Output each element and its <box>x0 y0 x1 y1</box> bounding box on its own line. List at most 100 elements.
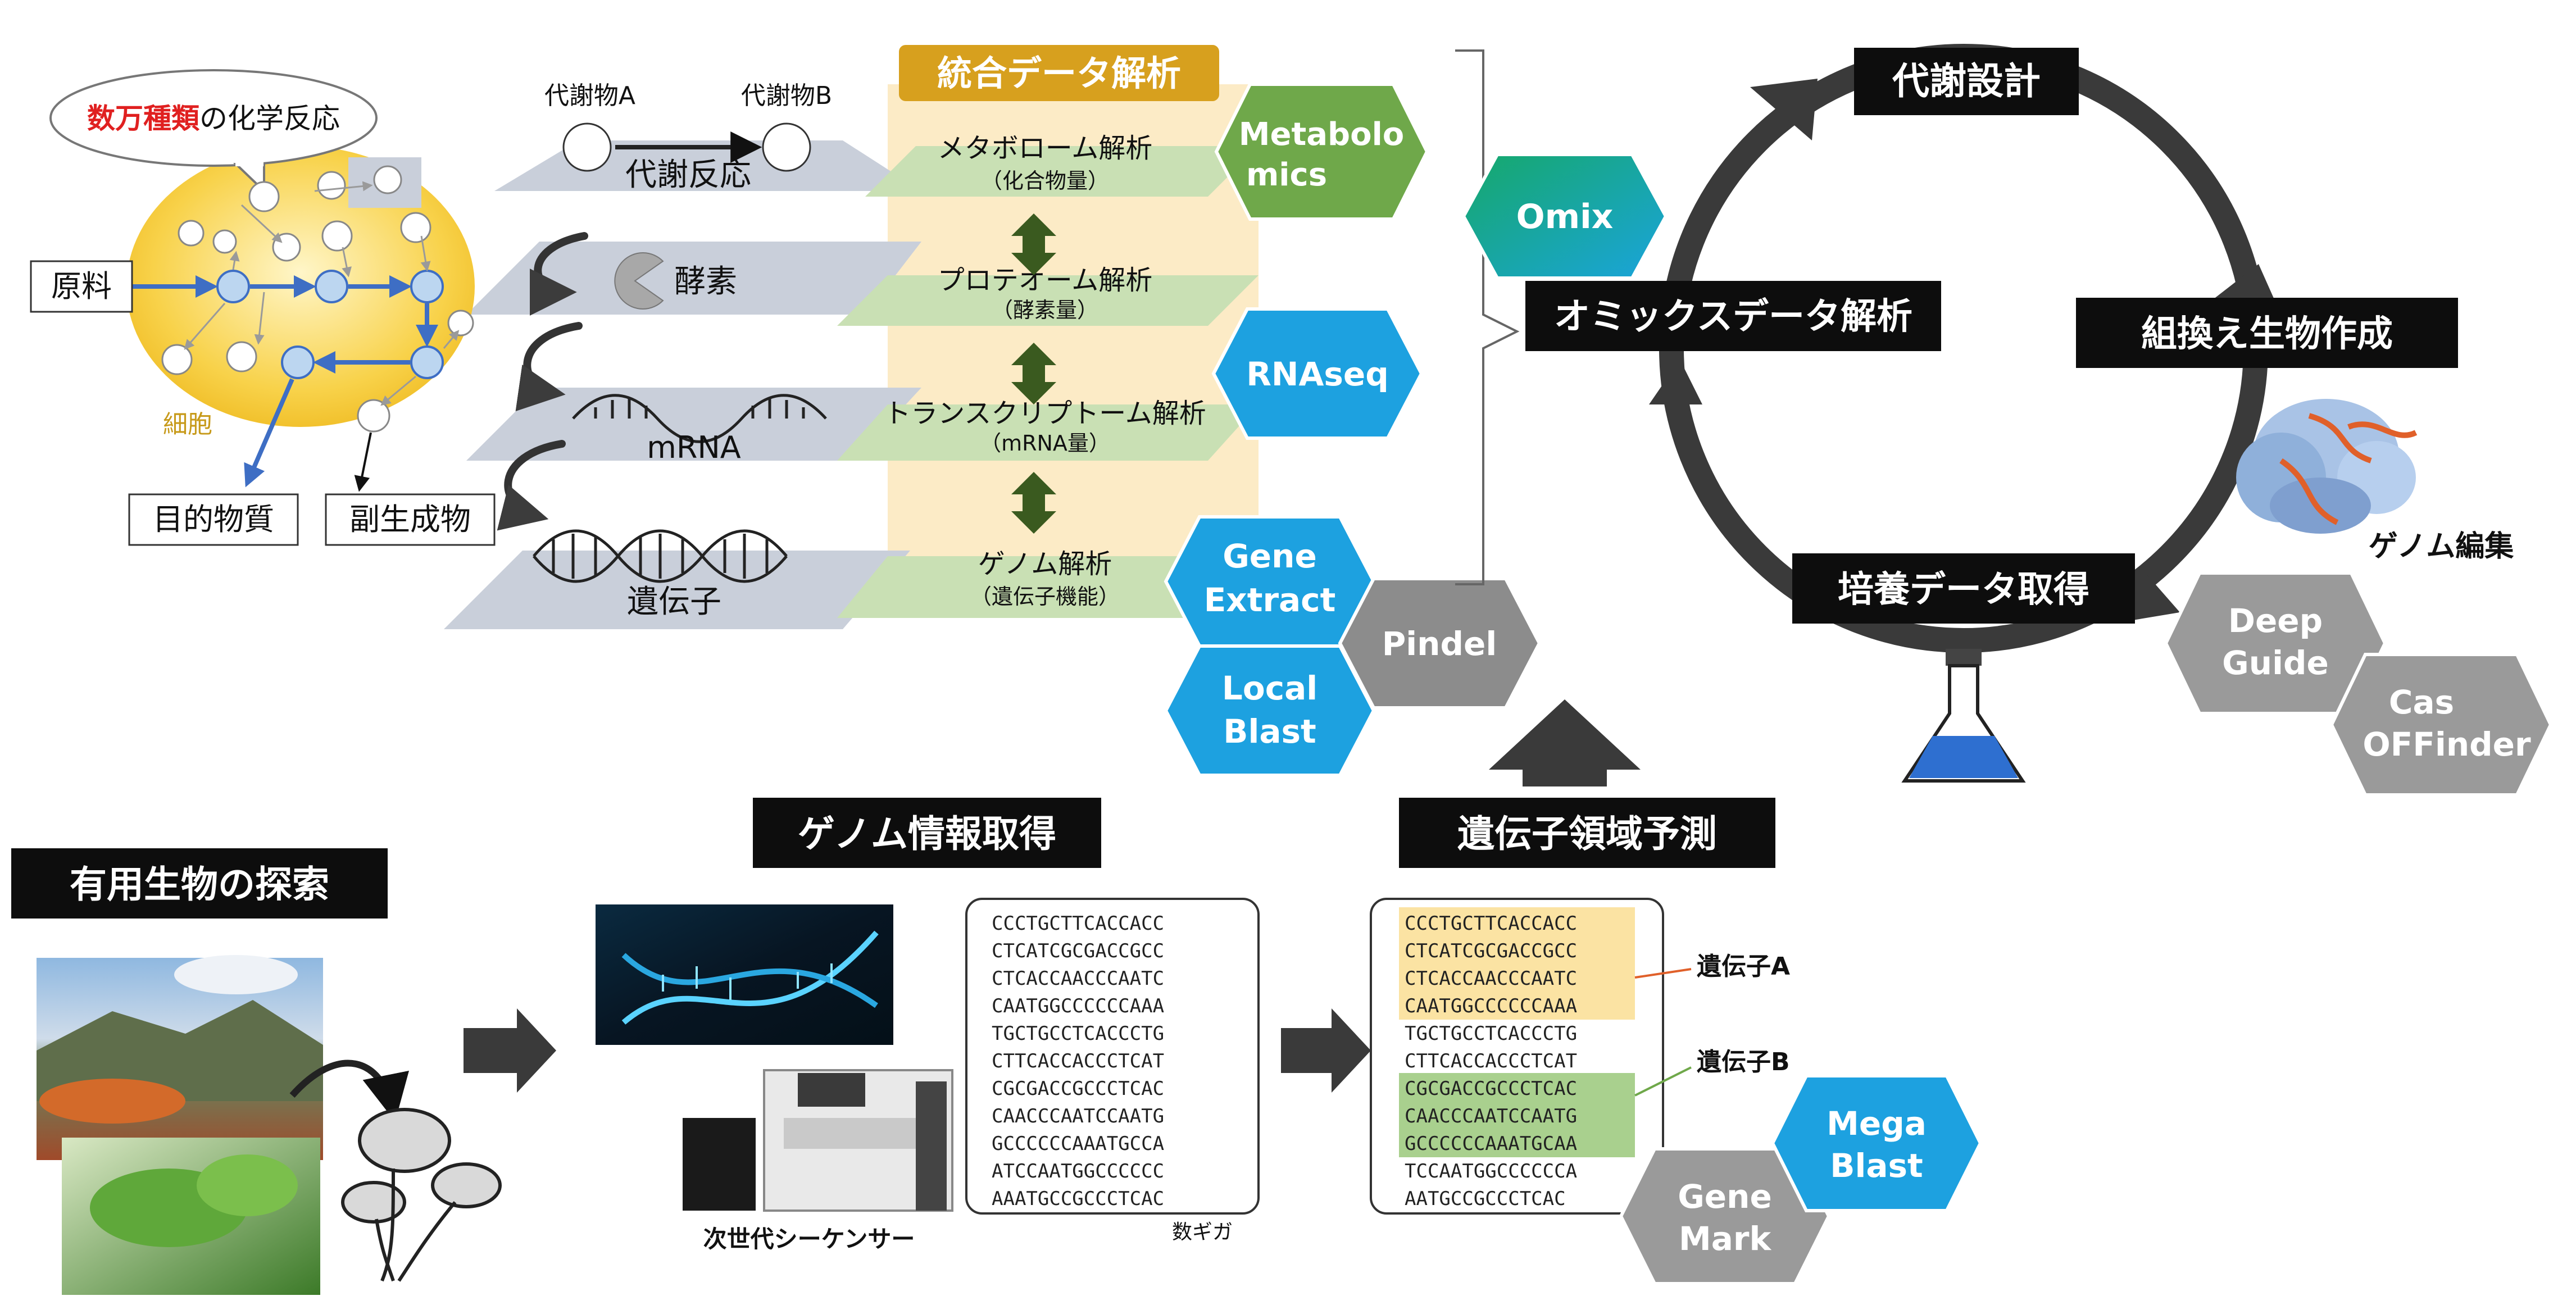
cas-offinder-hex: Cas OFFinder <box>2329 653 2553 797</box>
genome-title: ゲノム解析 <box>978 548 1112 580</box>
gene-mark-line-1: Gene <box>1678 1177 1772 1216</box>
metabolomics-line-1: Metabolo <box>1239 116 1405 153</box>
diagram-canvas: 数万種類の化学反応 細胞 原料 目的物質 副生成物 代謝物A 代謝物B 代謝反応… <box>0 0 2576 1314</box>
proteome-title: プロテオーム解析 <box>938 265 1153 296</box>
sequence-line: CAATGGCCCCCCAAA <box>992 995 1164 1017</box>
gene-b-label: 遺伝子B <box>1697 1048 1790 1076</box>
target-substance-label: 目的物質 <box>153 502 274 537</box>
gene-extract-line-1: Gene <box>1223 537 1317 575</box>
mrna-label: mRNA <box>647 430 741 465</box>
bottom-arrow-1 <box>464 1008 556 1093</box>
local-blast-line-2: Blast <box>1223 712 1316 751</box>
predicted-sequence-lines: CCCTGCTTCACCACC CTCATCGCGACCGCC CTCACCAACC… <box>1405 912 1577 1210</box>
mega-blast-hex: Mega Blast <box>1770 1074 1983 1212</box>
metabolite-b-circle <box>762 122 811 172</box>
sequence-line: CAATGGCCCCCCAAA <box>1405 995 1577 1017</box>
raw-material-label: 原料 <box>51 269 112 304</box>
cell-label: 細胞 <box>163 410 212 439</box>
byproduct-arrow <box>354 432 372 492</box>
mega-blast-line-2: Blast <box>1830 1147 1923 1185</box>
cell-diagram: 数万種類の化学反応 細胞 原料 目的物質 副生成物 <box>30 69 496 546</box>
omix-hex: Omix <box>1461 153 1668 280</box>
sequence-line: CTCATCGCGACCGCC <box>1405 940 1577 962</box>
metabolic-reaction-label: 代謝反応 <box>625 157 751 193</box>
analysis-bracket <box>1455 49 1520 585</box>
gene-a-label: 遺伝子A <box>1697 952 1790 981</box>
search-label: 有用生物の探索 <box>70 863 329 906</box>
omix-label: Omix <box>1516 197 1614 237</box>
node-2 <box>315 270 348 303</box>
deep-guide-line-1: Deep <box>2228 602 2323 640</box>
node-1 <box>216 270 250 303</box>
genome-sub: （遺伝子機能） <box>970 584 1120 609</box>
sequence-line: CTTCACCACCCTCAT <box>992 1050 1164 1072</box>
bubble-rest: の化学反応 <box>199 102 340 135</box>
gene-label: 遺伝子 <box>627 584 721 620</box>
pindel-label: Pindel <box>1382 625 1497 663</box>
metabolome-sub: （化合物量） <box>981 169 1109 193</box>
bubble-text: 数万種類の化学反応 <box>87 102 340 135</box>
gene-extract-line-2: Extract <box>1204 581 1336 619</box>
sequence-line: CTCACCAACCCAATC <box>1405 967 1577 990</box>
mega-blast-line-1: Mega <box>1827 1104 1927 1143</box>
sequence-line: CAACCCAATCCAATG <box>992 1105 1164 1127</box>
node-4 <box>410 345 444 379</box>
up-arrow <box>1489 699 1641 786</box>
sequence-line: TCCAATGGCCCCCCA <box>1405 1160 1577 1183</box>
sequence-line: ATCCAATGGCCCCCC <box>992 1160 1164 1183</box>
enzyme-label: 酵素 <box>674 263 737 300</box>
cas-offinder-line-1: Cas <box>2389 683 2454 721</box>
diagram-svg: 数万種類の化学反応 細胞 原料 目的物質 副生成物 代謝物A 代謝物B 代謝反応… <box>11 44 2553 1295</box>
sequence-line: TGCTGCCTCACCCTG <box>992 1022 1164 1045</box>
plant-photo <box>62 1138 320 1295</box>
deep-guide-line-2: Guide <box>2222 644 2329 682</box>
protein-structure-icon <box>2236 399 2418 534</box>
raw-sequence-lines: CCCTGCTTCACCACC CTCATCGCGACCGCC CTCACCAACC… <box>992 912 1164 1210</box>
sequence-line: CAACCCAATCCAATG <box>1405 1105 1577 1127</box>
sequence-line: CTCATCGCGACCGCC <box>992 940 1164 962</box>
genome-info-label: ゲノム情報取得 <box>798 812 1056 856</box>
culture-data-label: 培養データ取得 <box>1838 569 2089 611</box>
sequence-line: AAATGCCGCCCTCAC <box>992 1188 1164 1210</box>
metabolomics-hex: Metabolo mics <box>1214 83 1429 221</box>
local-blast-hex: Local Blast <box>1164 644 1376 777</box>
node-5 <box>281 345 315 379</box>
cas-offinder-line-2: OFFinder <box>2363 725 2531 763</box>
metabolome-title: メタボローム解析 <box>938 133 1153 164</box>
transcriptome-title: トランスクリプトーム解析 <box>884 398 1206 429</box>
metabolic-design-label: 代謝設計 <box>1892 60 2041 103</box>
gigabytes-label: 数ギガ <box>1172 1221 1233 1244</box>
metabolite-b-label: 代謝物B <box>741 81 832 110</box>
rnaseq-label: RNAseq <box>1246 355 1388 393</box>
flask-icon <box>1901 649 2026 783</box>
sequence-line: CTTCACCACCCTCAT <box>1405 1050 1577 1072</box>
gene-prediction-label: 遺伝子領域予測 <box>1457 812 1717 856</box>
sequence-line: TGCTGCCTCACCCTG <box>1405 1022 1577 1045</box>
integrated-header: 統合データ解析 <box>937 53 1181 94</box>
bottom-arrow-2 <box>1281 1008 1371 1093</box>
bubble-highlight: 数万種類 <box>87 102 200 135</box>
local-blast-line-1: Local <box>1222 669 1317 707</box>
transcriptome-sub: （mRNA量） <box>980 431 1110 456</box>
node-3 <box>410 270 444 303</box>
cycle-arrowhead-4 <box>1649 360 1702 404</box>
mushroom-icon <box>341 1108 502 1282</box>
sequence-line: CCCTGCTTCACCACC <box>1405 912 1577 935</box>
genome-editing-label: ゲノム編集 <box>2369 530 2514 563</box>
landscape-photo <box>37 955 323 1160</box>
omics-analysis-label: オミックスデータ解析 <box>1554 296 1912 338</box>
sequence-line: AATGCCGCCCTCAC <box>1405 1188 1566 1210</box>
sequence-line: CCCTGCTTCACCACC <box>992 912 1164 935</box>
sequencer-device <box>683 1069 953 1212</box>
sequencer-label: 次世代シーケンサー <box>703 1225 915 1253</box>
gene-mark-line-2: Mark <box>1679 1220 1771 1258</box>
pindel-hex: Pindel <box>1338 577 1542 710</box>
proteome-sub: （酵素量） <box>992 298 1098 322</box>
rnaseq-hex: RNAseq <box>1211 307 1424 440</box>
metabolite-a-circle <box>562 122 612 172</box>
recombinant-label: 組換え生物作成 <box>2141 313 2393 355</box>
metabolite-a-label: 代謝物A <box>544 81 635 110</box>
gene-extract-hex: Gene Extract <box>1164 515 1376 648</box>
sequence-line: CGCGACCGCCCTCAC <box>1405 1077 1577 1100</box>
sequence-line: CGCGACCGCCCTCAC <box>992 1077 1164 1100</box>
